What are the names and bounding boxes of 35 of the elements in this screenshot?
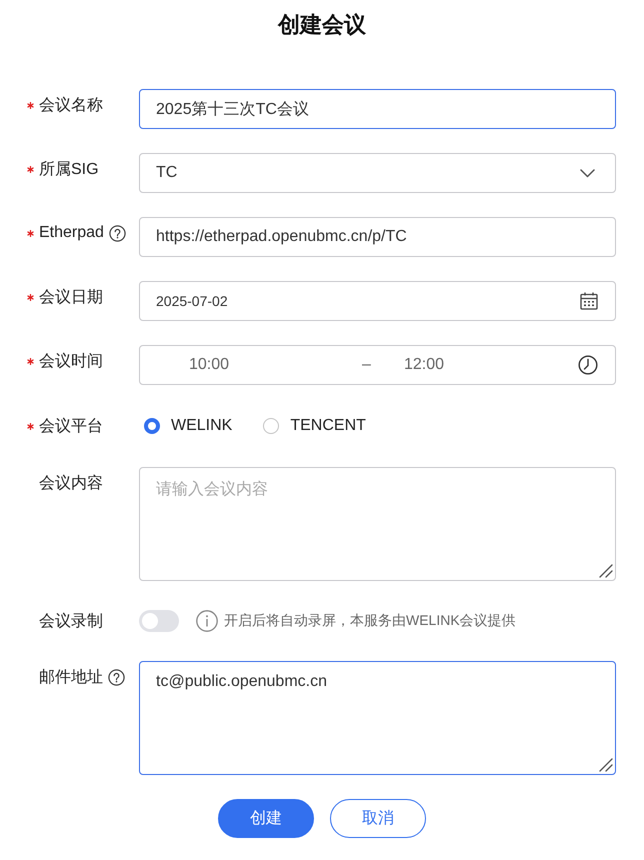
resize-grip-icon [599, 758, 613, 772]
select-field[interactable]: TC [139, 153, 616, 193]
field-label: 会议时间 [39, 352, 103, 372]
create-button[interactable]: 创建 [218, 799, 314, 838]
date-input[interactable]: 2025-07-02 [139, 281, 616, 321]
chevron-down-icon [580, 168, 595, 178]
clock-icon [578, 355, 598, 375]
end-time-value[interactable]: 12:00 [404, 356, 444, 374]
help-icon[interactable] [108, 668, 125, 686]
toggle-switch[interactable] [139, 610, 179, 632]
field-label: 会议日期 [39, 288, 103, 308]
cancel-button[interactable]: 取消 [330, 799, 426, 838]
field-label: 邮件地址 [39, 668, 103, 688]
field-label: 会议内容 [39, 474, 103, 494]
radio-option[interactable]: WELINK [139, 417, 232, 435]
text-input[interactable]: 2025第十三次TC会议 [139, 89, 616, 129]
textarea-field[interactable]: tc@public.openubmc.cn [139, 661, 616, 775]
time-range-input[interactable]: 10:00 – 12:00 [139, 345, 616, 385]
field-label: 所属SIG [39, 160, 99, 180]
field-label: 会议名称 [39, 96, 103, 116]
field-label: 会议平台 [39, 416, 103, 436]
start-time-value[interactable]: 10:00 [189, 356, 230, 374]
hint-text: 开启后将自动录屏，本服务由WELINK会议提供 [224, 612, 516, 630]
info-icon [196, 610, 218, 632]
text-input[interactable]: https://etherpad.openubmc.cn/p/TC [139, 217, 616, 257]
field-label: 会议录制 [39, 612, 103, 632]
calendar-icon [580, 292, 598, 310]
radio-icon[interactable] [263, 418, 280, 434]
radio-option[interactable]: TENCENT [258, 417, 366, 435]
field-label: Etherpad [39, 224, 104, 242]
time-separator: – [362, 356, 371, 374]
dialog-title: 创建会议 [278, 11, 366, 39]
resize-grip-icon [599, 564, 613, 578]
radio-icon[interactable] [144, 418, 160, 434]
help-icon[interactable] [108, 224, 126, 242]
